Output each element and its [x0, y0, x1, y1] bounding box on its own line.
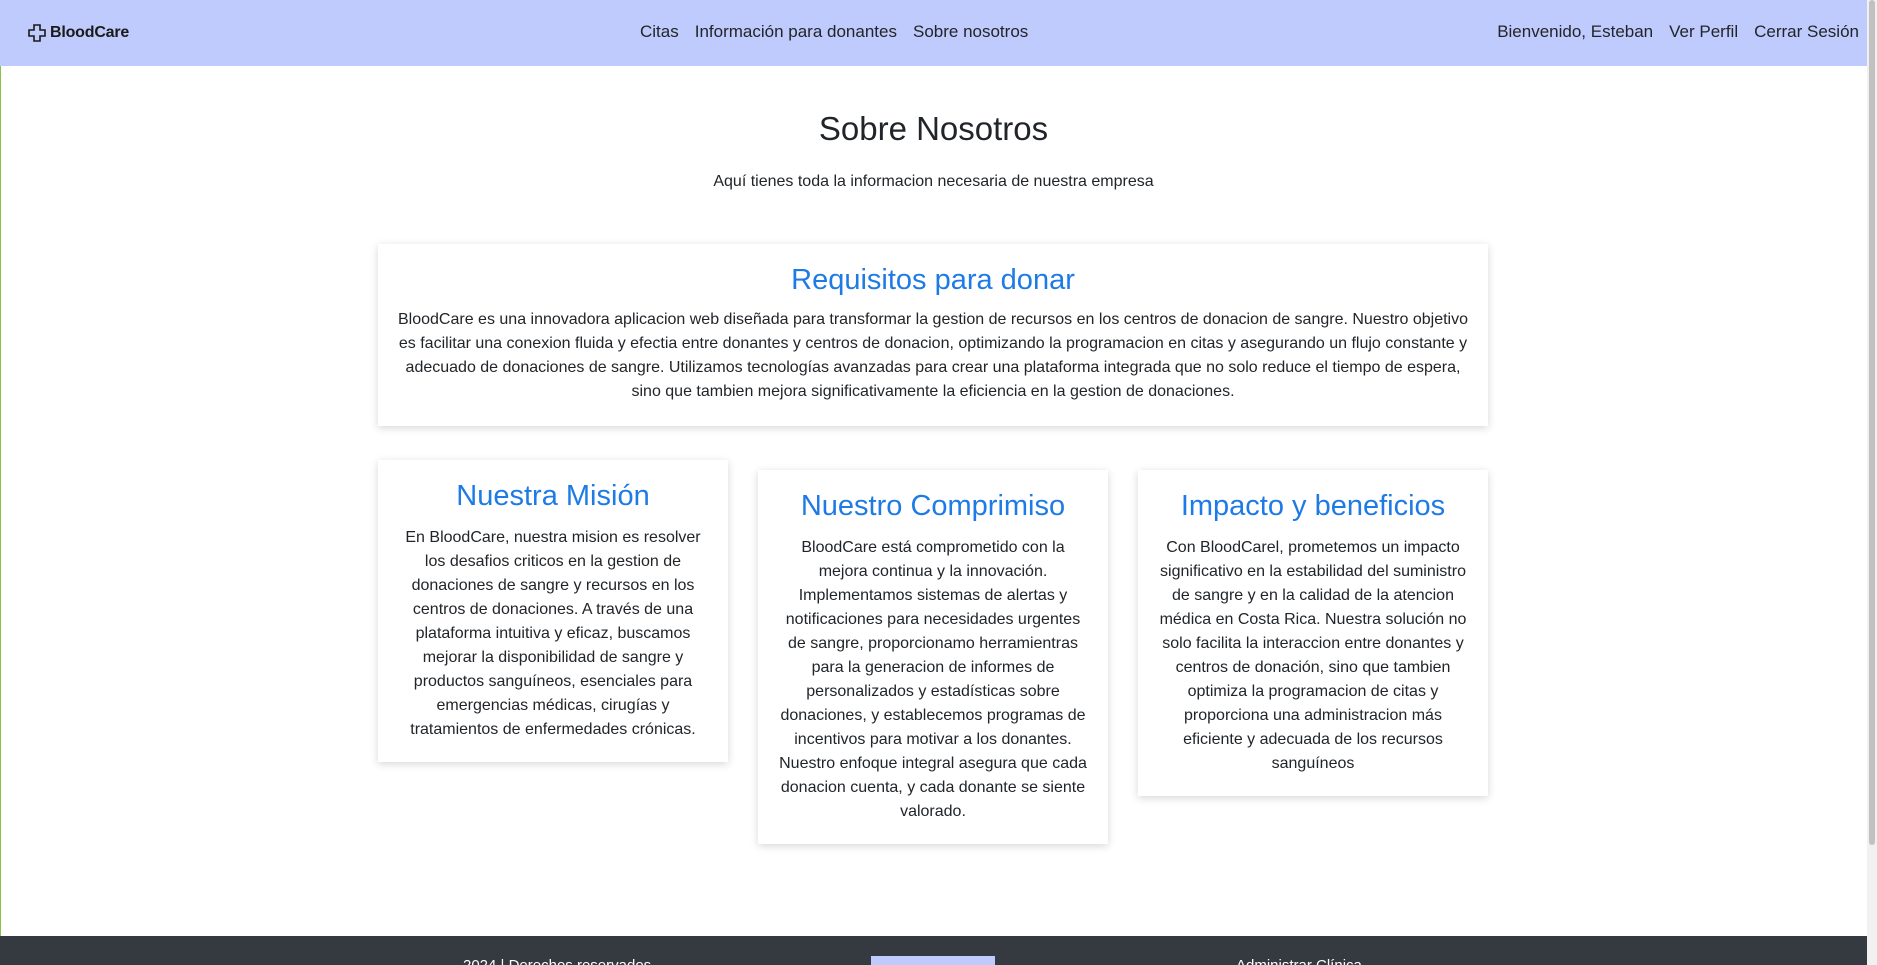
- page-left-edge: [0, 66, 1, 936]
- card-title: Impacto y beneficios: [1180, 490, 1446, 522]
- card-body: BloodCare está comprometido con la mejor…: [779, 539, 1087, 820]
- view-profile-link[interactable]: Ver Perfil: [1669, 22, 1738, 42]
- page-title: Sobre Nosotros: [818, 110, 1049, 147]
- card-title: Requisitos para donar: [791, 264, 1075, 296]
- welcome-user[interactable]: Bienvenido, Esteban: [1497, 22, 1653, 42]
- card-title: Nuestro Comprimiso: [800, 490, 1066, 522]
- card-impacto: Impacto y beneficios Con BloodCarel, pro…: [1138, 470, 1488, 796]
- scrollbar-thumb[interactable]: [1869, 0, 1875, 845]
- card-title: Nuestra Misión: [456, 480, 650, 512]
- brand-name: BloodCare: [50, 24, 130, 41]
- card-compromiso: Nuestro Comprimiso BloodCare está compro…: [758, 470, 1108, 844]
- card-body: En BloodCare, nuestra mision es resolver…: [405, 529, 701, 738]
- card-mision: Nuestra Misión En BloodCare, nuestra mis…: [378, 460, 728, 762]
- page-subtitle: Aquí tienes toda la informacion necesari…: [713, 173, 1154, 190]
- footer-admin-link[interactable]: Administrar Clínica: [1236, 957, 1362, 965]
- card-body: BloodCare es una innovadora aplicacion w…: [398, 311, 1468, 400]
- navbar: BloodCare Citas Información para donante…: [0, 0, 1867, 66]
- vertical-scrollbar[interactable]: [1867, 0, 1877, 965]
- footer-copyright: 2024 | Derechos reservados: [463, 957, 651, 965]
- nav-link-sobre-nosotros[interactable]: Sobre nosotros: [913, 22, 1028, 42]
- main-nav: Citas Información para donantes Sobre no…: [640, 22, 1028, 42]
- logout-link[interactable]: Cerrar Sesión: [1754, 22, 1859, 42]
- card-body: Con BloodCarel, prometemos un impacto si…: [1159, 539, 1467, 772]
- brand-logo[interactable]: BloodCare: [28, 21, 129, 45]
- user-nav: Bienvenido, Esteban Ver Perfil Cerrar Se…: [1497, 22, 1859, 42]
- nav-link-info-donantes[interactable]: Información para donantes: [695, 22, 897, 42]
- footer-logo-block: [871, 956, 995, 965]
- card-requisitos: Requisitos para donar BloodCare es una i…: [378, 244, 1488, 426]
- footer: 2024 | Derechos reservados Administrar C…: [0, 936, 1867, 965]
- nav-link-citas[interactable]: Citas: [640, 22, 679, 42]
- medical-cross-icon: [28, 24, 46, 42]
